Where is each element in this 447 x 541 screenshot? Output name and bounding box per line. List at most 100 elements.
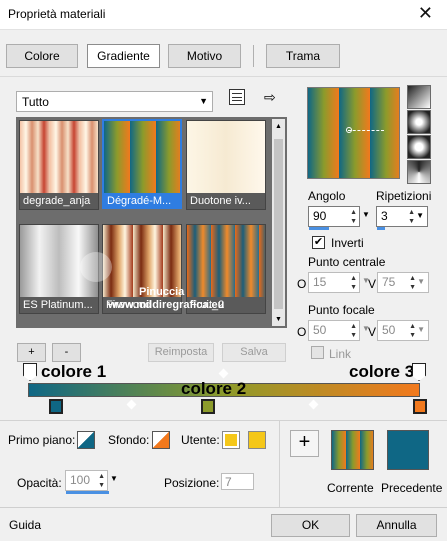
tab-bar: Colore Gradiente Motivo Trama [0,31,447,75]
center-h-label: O [297,277,307,291]
color-stop-marker[interactable] [49,399,63,414]
annotation-color-3: colore 3 [349,362,415,381]
dialog-footer: Guida OK Annulla [0,507,447,541]
foreground-label: Primo piano: [8,433,76,447]
repeats-label: Ripetizioni [376,189,432,203]
tab-trama[interactable]: Trama [266,44,340,68]
gradient-label: Duotone iv... [187,193,265,209]
invert-checkbox[interactable]: ✔ [312,236,325,249]
divider [279,420,280,507]
chevron-down-icon[interactable]: ▼ [362,210,370,219]
previous-material-swatch[interactable] [387,430,429,470]
gradient-thumb-selected[interactable]: Dégradé-M... [102,119,182,209]
watermark-name: Pinuccia [139,286,185,298]
position-label: Posizione: [164,476,220,490]
tab-separator [253,45,254,67]
center-h-spinner[interactable]: 15 ▲ ▼ [308,272,360,293]
user-swatch[interactable] [222,431,240,449]
position-value: 7 [225,475,232,489]
angle-value: 90 [313,209,327,223]
scroll-down-icon[interactable]: ▼ [275,316,282,323]
user-color-picker[interactable] [248,431,266,449]
category-dropdown[interactable]: Tutto ▼ [16,91,213,112]
repeats-value: 3 [381,209,388,223]
watermark-site: www.mildiregrafica.eu [108,299,225,311]
link-label: Link [329,347,352,361]
center-v-spinner[interactable]: 75 ▲ ▼ ▼ [377,272,429,293]
scroll-up-icon[interactable]: ▲ [275,123,282,130]
focal-h-value: 50 [313,323,327,337]
chevron-down-icon[interactable]: ▼ [110,474,118,483]
repeats-slider[interactable] [377,227,385,230]
focal-v-spinner[interactable]: 50 ▲ ▼ ▼ [377,320,429,341]
arrow-right-icon[interactable]: ⇨ [264,89,276,106]
ok-button[interactable]: OK [271,514,350,537]
user-label: Utente: [181,433,220,447]
position-field[interactable]: 7 [221,473,254,490]
opacity-label: Opacità: [17,476,62,490]
add-gradient-button[interactable]: + [17,343,46,362]
chevron-down-icon[interactable]: ▼ [417,277,425,286]
foreground-swatch[interactable] [77,431,95,449]
remove-gradient-button[interactable]: - [52,343,81,362]
color-midpoint[interactable] [126,399,137,410]
background-label: Sfondo: [108,433,150,447]
library-icon[interactable] [229,89,245,105]
angle-spinner[interactable]: 90 ▲ ▼ [308,206,360,230]
tab-colore[interactable]: Colore [6,44,78,68]
spinner-arrows-icon[interactable]: ▲ ▼ [98,472,105,490]
spinner-arrows-icon[interactable]: ▲ ▼ [409,274,416,292]
focal-v-label: V [368,325,377,339]
scroll-thumb[interactable] [274,139,283,309]
color-stop-marker[interactable] [413,399,427,414]
spinner-arrows-icon[interactable]: ▲ ▼ [409,322,416,340]
spinner-arrows-icon[interactable]: ▲ ▼ [408,208,415,226]
background-swatch[interactable] [152,431,170,449]
library-scrollbar[interactable]: ▲ ▼ [272,119,285,326]
tab-motivo[interactable]: Motivo [168,44,241,68]
chevron-down-icon[interactable]: ▼ [417,325,425,334]
add-swatch-button[interactable]: + [290,430,319,457]
repeats-spinner[interactable]: 3 ▲ ▼ ▼ [376,206,428,230]
gradient-label: ES Platinum... [20,297,98,313]
save-button[interactable]: Salva [222,343,286,362]
center-v-value: 75 [382,275,396,289]
current-label: Corrente [327,481,374,495]
category-value: Tutto [22,95,49,109]
close-icon[interactable]: ✕ [418,3,433,24]
focal-h-spinner[interactable]: 50 ▲ ▼ [308,320,360,341]
spinner-arrows-icon[interactable]: ▲ ▼ [350,208,357,226]
current-material-swatch[interactable] [331,430,374,470]
reset-button[interactable]: Reimposta [148,343,214,362]
cancel-button[interactable]: Annulla [356,514,437,537]
opacity-value: 100 [70,473,91,487]
focal-v-value: 50 [382,323,396,337]
opacity-slider[interactable] [66,491,109,494]
gradient-thumb[interactable]: Duotone iv... [186,120,266,210]
window-title: Proprietà materiali [8,7,106,21]
radial-style-icon[interactable] [407,135,431,159]
spinner-arrows-icon[interactable]: ▲ ▼ [350,274,357,292]
link-checkbox[interactable] [311,346,324,359]
linear-style-icon[interactable] [407,85,431,109]
previous-label: Precedente [381,481,443,495]
color-stop-marker[interactable] [201,399,215,414]
sunburst-style-icon[interactable] [407,160,431,184]
angle-slider[interactable] [309,227,329,230]
watermark-logo [80,252,112,282]
annotation-color-1: colore 1 [41,362,107,381]
chevron-down-icon[interactable]: ▼ [416,211,424,220]
title-bar: Proprietà materiali ✕ [0,0,447,30]
color-midpoint[interactable] [308,399,319,410]
focal-point-label: Punto focale [308,303,375,317]
gradient-label: Dégradé-M... [104,193,180,207]
opacity-spinner[interactable]: 100 ▲ ▼ [65,470,109,494]
tab-gradiente[interactable]: Gradiente [87,44,160,68]
gradient-thumb[interactable]: degrade_anja [19,120,99,210]
invert-label: Inverti [331,236,364,250]
rectangular-style-icon[interactable] [407,110,431,134]
chevron-down-icon: ▼ [199,96,208,106]
gradient-preview[interactable] [307,87,400,179]
help-link[interactable]: Guida [9,518,41,532]
spinner-arrows-icon[interactable]: ▲ ▼ [350,322,357,340]
